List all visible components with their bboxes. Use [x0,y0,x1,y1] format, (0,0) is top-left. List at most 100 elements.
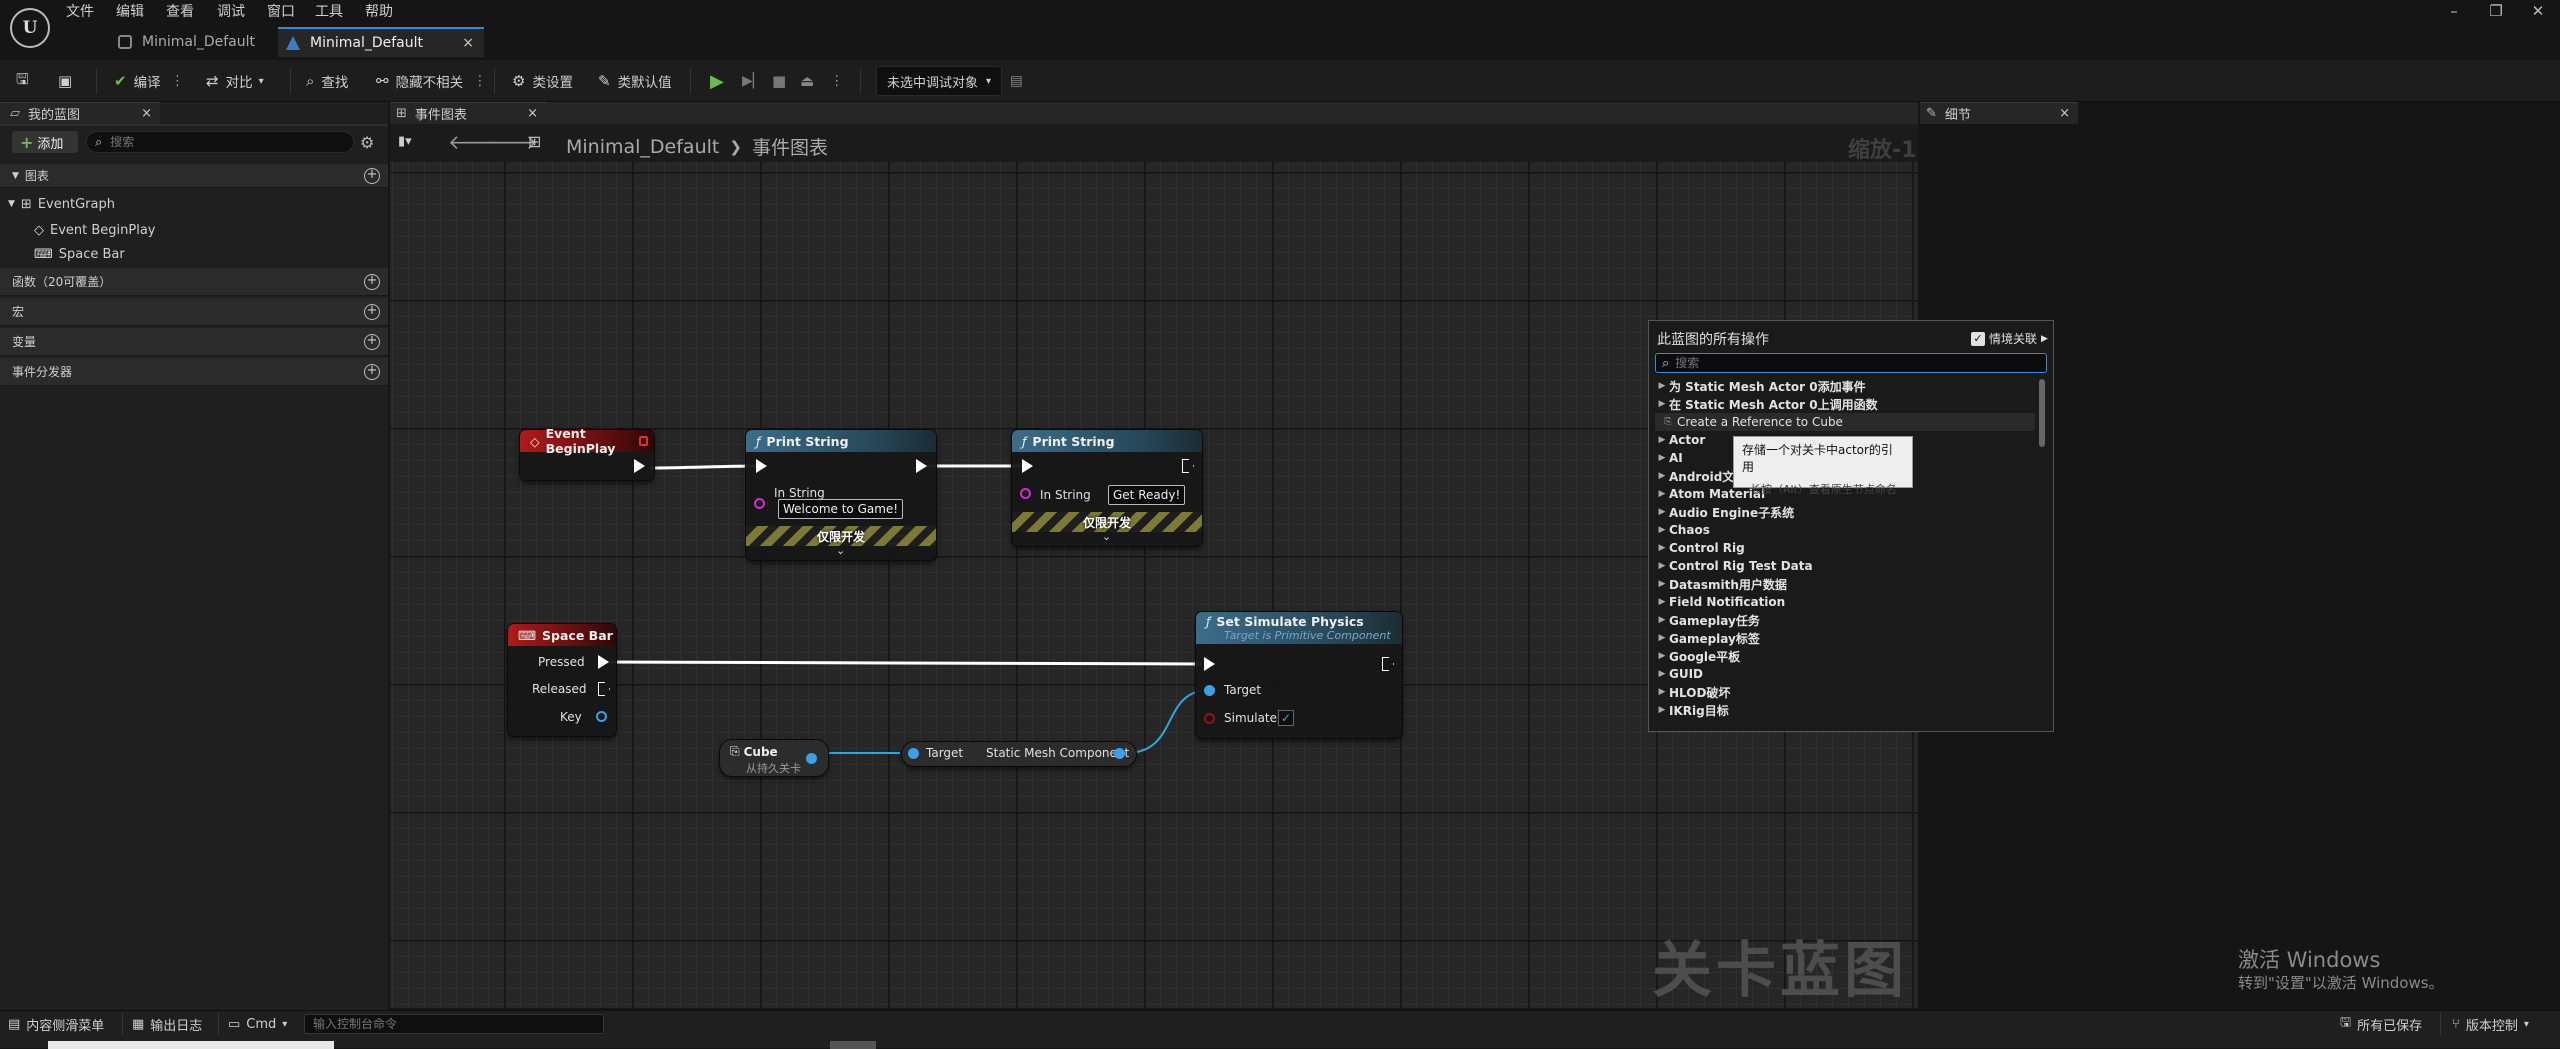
expand-chevron-icon[interactable]: ⌄ [1102,530,1111,543]
cube-out-pin[interactable] [806,753,817,764]
add-function-icon[interactable]: + [364,274,380,290]
tree-item-begin-play[interactable]: ◇ Event BeginPlay [34,218,156,242]
tab-blueprint[interactable]: Minimal_Default × [278,27,484,57]
action-item[interactable]: ▶ GUID [1655,665,2035,683]
class-settings-button[interactable]: ⚙ 类设置 [512,60,573,102]
restore-icon[interactable]: ❐ [2476,0,2516,22]
string-pin[interactable] [754,498,765,509]
action-search-input[interactable] [1675,356,2026,370]
exec-out-pin[interactable] [916,459,927,473]
in-string-input[interactable]: Welcome to Game! [778,499,904,519]
node-space-bar[interactable]: ⌨ Space Bar Pressed Released Key [508,624,616,736]
hide-unrelated-button[interactable]: ⚯ 隐藏不相关 ⋮ [376,60,487,102]
output-log-button[interactable]: ▦ 输出日志 [132,1011,202,1037]
target-pin[interactable] [1204,685,1215,696]
console-input-box[interactable] [304,1014,604,1034]
find-button[interactable]: ⌕ 查找 [306,60,348,102]
action-item[interactable]: ▶ 在 Static Mesh Actor 0上调用函数 [1655,395,2035,413]
blueprint-search[interactable]: ⌕ [86,131,354,153]
context-sensitive-toggle[interactable]: ✓ 情境关联 ▶ [1971,330,2048,347]
action-item[interactable]: ▶ 为 Static Mesh Actor 0添加事件 [1655,377,2035,395]
diff-button[interactable]: ⇄ 对比 ▾ [206,60,264,102]
exec-in-pin[interactable] [1022,459,1033,473]
menu-help[interactable]: 帮助 [365,1,393,21]
play-button[interactable]: ▶ [710,60,724,102]
compile-button[interactable]: ✔ 编译 ⋮ [114,60,184,102]
unreal-logo-icon[interactable]: U [10,8,50,48]
action-item[interactable]: ▶ Google平板 [1655,647,2035,665]
action-item[interactable]: ▶ HLOD破坏 [1655,683,2035,701]
menu-file[interactable]: 文件 [66,1,94,21]
eject-button[interactable]: ⏏ [800,60,814,102]
section-macros[interactable]: 宏 + [0,298,388,326]
tree-item-event-graph[interactable]: ▼ ⊞ EventGraph [8,192,115,216]
action-item[interactable]: ⎘ Create a Reference to Cube [1655,413,2035,431]
close-icon[interactable]: × [141,106,152,121]
node-print-string-2[interactable]: ƒ Print String In String Get Ready! 仅限开发… [1012,430,1202,546]
tab-my-blueprint[interactable]: ▱ 我的蓝图 × [0,102,160,124]
browse-button[interactable]: ▣ [58,60,79,102]
add-button[interactable]: + 添加 [12,131,78,153]
action-item[interactable]: ▶ Gameplay标签 [1655,629,2035,647]
scrollbar-thumb[interactable] [2039,379,2045,447]
cmd-select[interactable]: ▭ Cmd ▾ [228,1011,287,1037]
tab-close-icon[interactable]: × [462,35,474,51]
debug-filter-button[interactable]: ▤ [1010,60,1023,102]
more-icon[interactable]: ⋮ [473,73,487,89]
menu-debug[interactable]: 调试 [217,1,245,21]
action-item[interactable]: ▶ IKRig目标 [1655,701,2035,719]
menu-window[interactable]: 窗口 [267,1,295,21]
console-input[interactable] [313,1017,593,1031]
exec-out-pin[interactable] [634,459,645,473]
action-item[interactable]: ▶ Chaos [1655,521,2035,539]
close-window-icon[interactable]: ✕ [2518,0,2558,22]
tab-details[interactable]: ✎ 细节 × [1920,102,2078,124]
close-icon[interactable]: × [2059,106,2070,121]
node-event-beginplay[interactable]: ◇ Event BeginPlay [520,426,654,480]
action-item[interactable]: ▶ Gameplay任务 [1655,611,2035,629]
section-variables[interactable]: 变量 + [0,328,388,356]
node-static-mesh-getter[interactable]: Target Static Mesh Component [902,742,1136,766]
expand-chevron-icon[interactable]: ⌄ [836,544,845,557]
action-item[interactable]: ▶ Datasmith用户数据 [1655,575,2035,593]
search-input[interactable] [110,135,331,149]
exec-out-pin[interactable] [1182,459,1194,473]
section-functions[interactable]: 函数（20可覆盖） + [0,268,388,296]
add-macro-icon[interactable]: + [364,304,380,320]
settings-gear-icon[interactable]: ⚙ [360,133,374,152]
action-search[interactable]: ⌕ [1655,353,2047,373]
minimize-icon[interactable]: – [2434,0,2474,22]
exec-in-pin[interactable] [756,459,767,473]
play-options-button[interactable]: ⋮ [830,60,844,102]
source-control-button[interactable]: ⑂ 版本控制 ▾ [2452,1011,2529,1037]
menu-edit[interactable]: 编辑 [116,1,144,21]
target-pin[interactable] [908,748,919,759]
stop-button[interactable]: ■ [772,60,786,102]
section-graphs[interactable]: ▼ 图表 + [0,164,388,188]
tree-item-space-bar[interactable]: ⌨ Space Bar [34,242,125,266]
pressed-exec-pin[interactable] [598,655,609,669]
action-item[interactable]: ▶ Control Rig [1655,539,2035,557]
menu-view[interactable]: 查看 [166,1,194,21]
exec-out-pin[interactable] [1382,657,1394,671]
action-item[interactable]: ▶ Control Rig Test Data [1655,557,2035,575]
step-button[interactable]: ▶▏ [742,60,764,102]
simulate-checkbox[interactable]: ✓ [1278,710,1294,726]
add-variable-icon[interactable]: + [364,334,380,350]
content-drawer-button[interactable]: ▤ 内容侧滑菜单 [8,1011,104,1037]
key-pin[interactable] [596,711,607,722]
action-item[interactable]: ▶ Audio Engine子系统 [1655,503,2035,521]
in-string-input[interactable]: Get Ready! [1108,485,1186,505]
menu-tools[interactable]: 工具 [315,1,343,21]
delegate-pin-icon[interactable] [639,436,648,446]
bool-pin[interactable] [1204,713,1215,724]
output-pin[interactable] [1114,748,1125,759]
more-icon[interactable]: ⋮ [171,73,185,89]
string-pin[interactable] [1020,488,1031,499]
debug-object-select[interactable]: 未选中调试对象 ▾ [876,66,1003,96]
node-cube-reference[interactable]: ⎘ Cube 从持久关卡 [720,740,828,776]
class-defaults-button[interactable]: ✎ 类默认值 [598,60,672,102]
released-exec-pin[interactable] [598,682,610,696]
save-status[interactable]: 🖫 所有已保存 [2340,1011,2422,1037]
tab-level[interactable]: Minimal_Default [118,27,278,57]
